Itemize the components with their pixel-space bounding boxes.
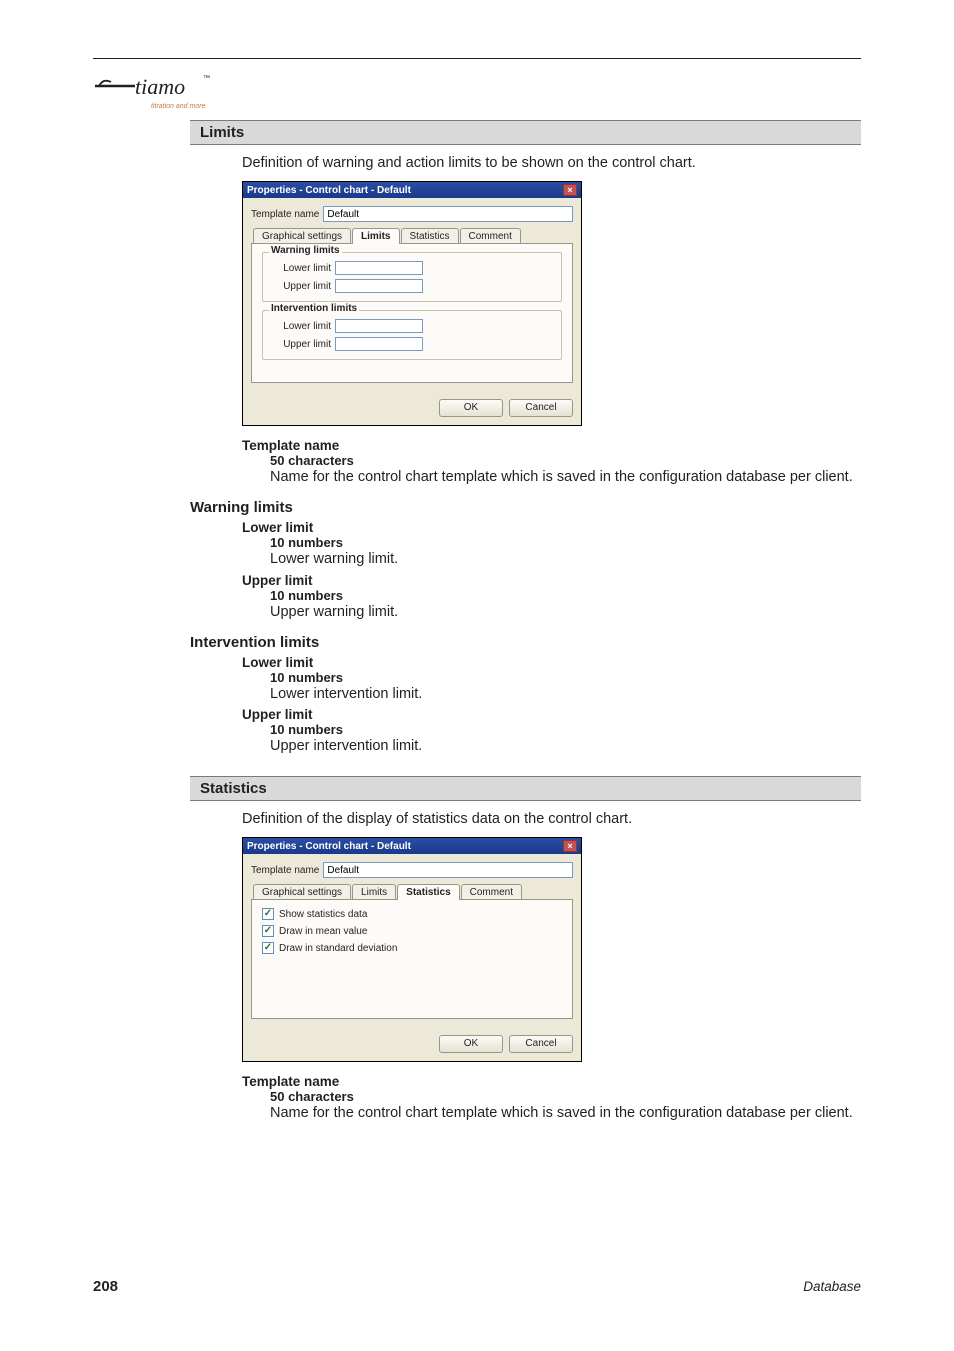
draw-sd-checkbox[interactable] (262, 942, 274, 954)
tabs: Graphical settings Limits Statistics Com… (251, 228, 573, 244)
limits-dialog: Properties - Control chart - Default × T… (242, 181, 582, 426)
tab-comment[interactable]: Comment (460, 228, 521, 244)
draw-mean-checkbox[interactable] (262, 925, 274, 937)
intervention-upper-label: Upper limit (271, 339, 331, 350)
tab-comment[interactable]: Comment (461, 884, 522, 900)
intervention-upper-constraint: 10 numbers (270, 722, 861, 737)
intervention-upper-desc: Upper intervention limit. (270, 737, 861, 756)
tab-panel-limits: Warning limits Lower limit Upper limit I… (251, 243, 573, 383)
svg-text:™: ™ (203, 75, 210, 82)
group-warning-title: Warning limits (269, 245, 342, 256)
group-warning-limits: Warning limits Lower limit Upper limit (262, 252, 562, 302)
tab-panel-statistics: Show statistics data Draw in mean value … (251, 899, 573, 1019)
warning-upper-label: Upper limit (271, 281, 331, 292)
template-name-term: Template name (242, 1074, 861, 1089)
tab-statistics[interactable]: Statistics (397, 884, 459, 900)
template-name-constraint: 50 characters (270, 453, 861, 468)
statistics-dialog: Properties - Control chart - Default × T… (242, 837, 582, 1062)
ok-button[interactable]: OK (439, 1035, 503, 1053)
intervention-lower-label: Lower limit (271, 321, 331, 332)
dialog-title-bar: Properties - Control chart - Default × (243, 838, 581, 854)
close-icon[interactable]: × (563, 840, 577, 852)
footer-section: Database (803, 1279, 861, 1294)
limits-heading: Limits (190, 120, 861, 145)
template-name-label: Template name (251, 209, 319, 220)
template-name-field[interactable] (323, 206, 573, 222)
ok-button[interactable]: OK (439, 399, 503, 417)
dialog-title: Properties - Control chart - Default (247, 841, 563, 852)
logo: tiamo ™ titration and more (93, 72, 213, 110)
intervention-lower-input[interactable] (335, 319, 423, 333)
cancel-button[interactable]: Cancel (509, 399, 573, 417)
warning-lower-term: Lower limit (242, 520, 861, 535)
limits-intro: Definition of warning and action limits … (242, 155, 861, 171)
group-intervention-limits: Intervention limits Lower limit Upper li… (262, 310, 562, 360)
template-name-label: Template name (251, 865, 319, 876)
warning-lower-constraint: 10 numbers (270, 535, 861, 550)
warning-upper-constraint: 10 numbers (270, 588, 861, 603)
warning-lower-input[interactable] (335, 261, 423, 275)
statistics-intro: Definition of the display of statistics … (242, 811, 861, 827)
draw-mean-label: Draw in mean value (279, 926, 367, 937)
intervention-lower-constraint: 10 numbers (270, 670, 861, 685)
intervention-upper-term: Upper limit (242, 707, 861, 722)
intervention-limits-subhead: Intervention limits (190, 634, 861, 651)
group-intervention-title: Intervention limits (269, 303, 359, 314)
show-statistics-label: Show statistics data (279, 909, 367, 920)
tab-graphical-settings[interactable]: Graphical settings (253, 228, 351, 244)
page-number: 208 (93, 1278, 118, 1295)
tab-graphical-settings[interactable]: Graphical settings (253, 884, 351, 900)
page-footer: 208 Database (93, 1278, 861, 1295)
intervention-lower-term: Lower limit (242, 655, 861, 670)
svg-text:tiamo: tiamo (135, 74, 185, 99)
template-name-term: Template name (242, 438, 861, 453)
tab-statistics[interactable]: Statistics (401, 228, 459, 244)
top-rule (93, 58, 861, 59)
logo-subtitle: titration and more (151, 103, 213, 110)
tab-limits[interactable]: Limits (352, 884, 396, 900)
intervention-upper-input[interactable] (335, 337, 423, 351)
dialog-title: Properties - Control chart - Default (247, 185, 563, 196)
cancel-button[interactable]: Cancel (509, 1035, 573, 1053)
draw-sd-label: Draw in standard deviation (279, 943, 397, 954)
warning-lower-label: Lower limit (271, 263, 331, 274)
template-name-description: Name for the control chart template whic… (270, 468, 861, 487)
template-name-field[interactable] (323, 862, 573, 878)
warning-limits-subhead: Warning limits (190, 499, 861, 516)
tab-limits[interactable]: Limits (352, 228, 399, 244)
intervention-lower-desc: Lower intervention limit. (270, 685, 861, 704)
warning-lower-desc: Lower warning limit. (270, 550, 861, 569)
template-name-constraint: 50 characters (270, 1089, 861, 1104)
tabs: Graphical settings Limits Statistics Com… (251, 884, 573, 900)
warning-upper-term: Upper limit (242, 573, 861, 588)
close-icon[interactable]: × (563, 184, 577, 196)
statistics-heading: Statistics (190, 776, 861, 801)
warning-upper-desc: Upper warning limit. (270, 603, 861, 622)
show-statistics-checkbox[interactable] (262, 908, 274, 920)
warning-upper-input[interactable] (335, 279, 423, 293)
dialog-title-bar: Properties - Control chart - Default × (243, 182, 581, 198)
template-name-description: Name for the control chart template whic… (270, 1104, 861, 1123)
